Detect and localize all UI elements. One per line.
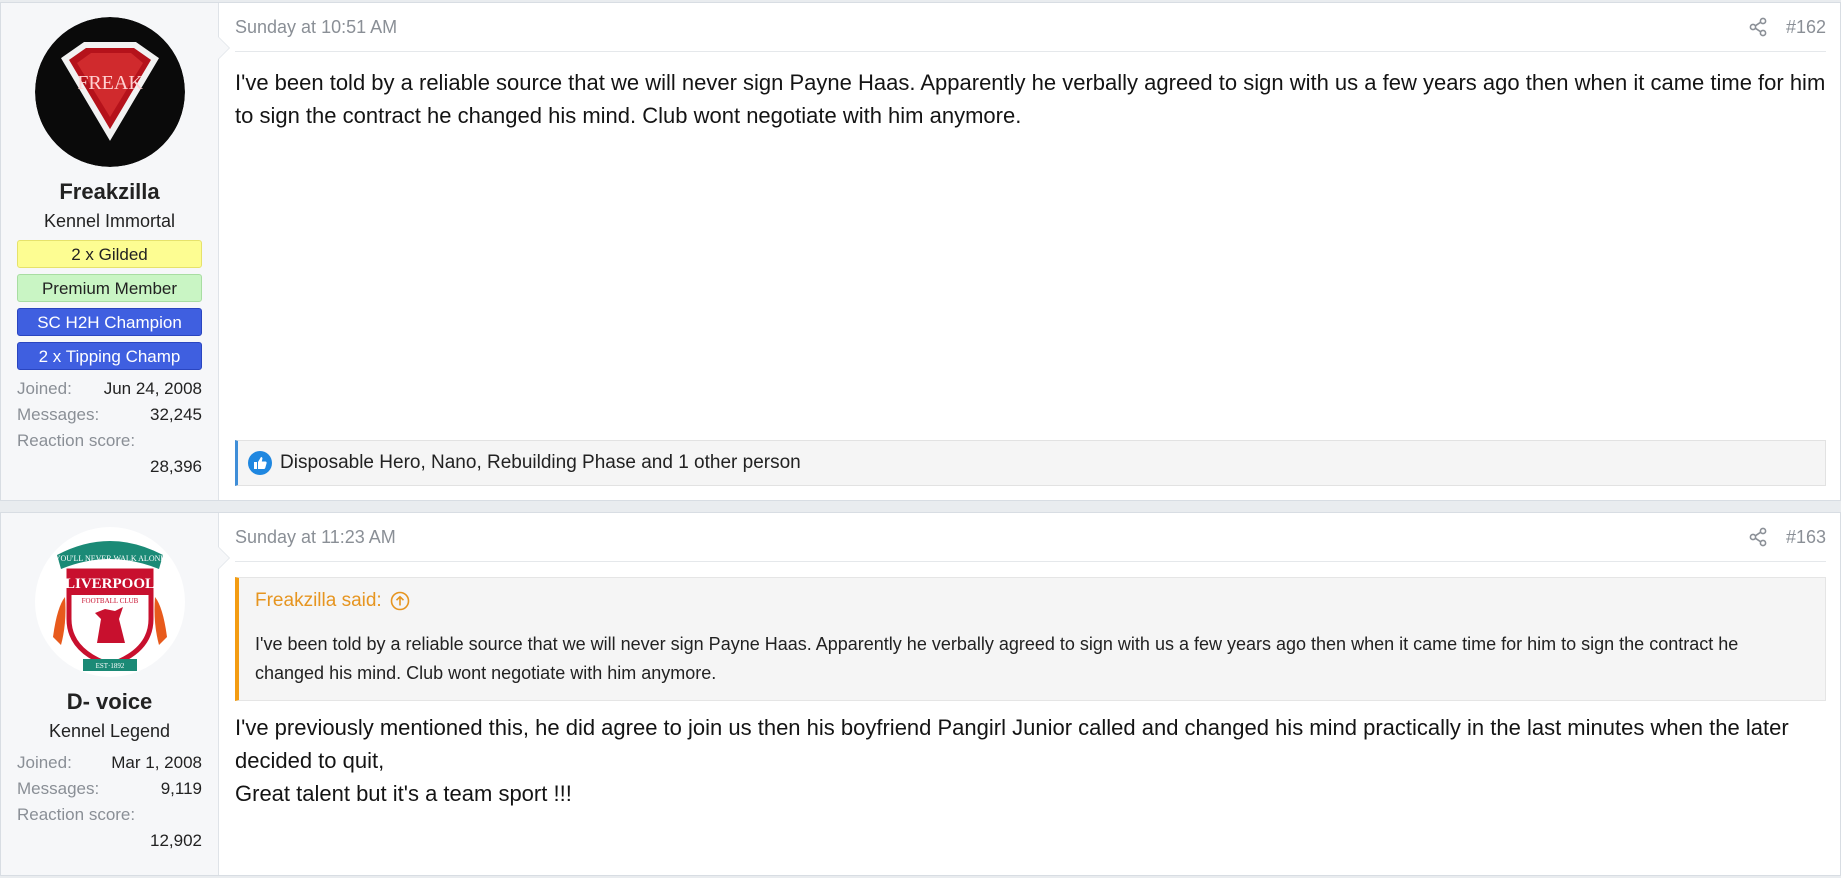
joined-value: Jun 24, 2008 (103, 379, 202, 398)
avatar-club-text: LIVERPOOL (64, 576, 154, 592)
post-date[interactable]: Sunday at 11:23 AM (235, 527, 396, 548)
post-header: Sunday at 11:23 AM #163 (235, 513, 1826, 562)
user-title: Kennel Legend (48, 721, 171, 741)
user-avatar[interactable]: YOU'LL NEVER WALK ALONE LIVERPOOL FOOTBA… (34, 527, 185, 677)
joined-label: Joined: (17, 753, 72, 772)
avatar-est-text: EST·1892 (95, 662, 124, 670)
banner-gilded: 2 x Gilded (17, 240, 202, 268)
reaction-score-label: Reaction score: (17, 805, 136, 824)
reaction-score-value: 12,902 (150, 831, 202, 850)
post-header: Sunday at 10:51 AM #162 (235, 3, 1826, 52)
messages-value[interactable]: 9,119 (161, 776, 202, 802)
post-number[interactable]: #162 (1786, 17, 1826, 38)
post-body: I've been told by a reliable source that… (235, 70, 1826, 128)
messages-value[interactable]: 32,245 (150, 402, 202, 428)
messages-label: Messages: (17, 405, 100, 424)
post-body-line-1: I've previously mentioned this, he did a… (235, 715, 1789, 773)
user-avatar[interactable]: FREAK (34, 17, 185, 167)
post-main: Sunday at 10:51 AM #162 I've been told b… (219, 3, 1840, 500)
share-icon[interactable] (1748, 17, 1768, 37)
like-icon (248, 451, 272, 475)
post-date[interactable]: Sunday at 10:51 AM (235, 17, 397, 38)
banner-sc-h2h-champion: SC H2H Champion (17, 308, 202, 336)
joined-value: Mar 1, 2008 (111, 753, 202, 772)
user-sidebar: FREAK Freakzilla Kennel Immortal 2 x Gil… (1, 3, 219, 500)
post-number[interactable]: #163 (1786, 527, 1826, 548)
post-162: FREAK Freakzilla Kennel Immortal 2 x Gil… (0, 2, 1841, 501)
post-body: I've previously mentioned this, he did a… (235, 711, 1826, 810)
quote-block: Freakzilla said: I've been told by a rel… (235, 577, 1826, 701)
reactions-bar[interactable]: Disposable Hero, Nano, Rebuilding Phase … (235, 440, 1826, 486)
quote-header[interactable]: Freakzilla said: (255, 590, 1809, 612)
user-sidebar: YOU'LL NEVER WALK ALONE LIVERPOOL FOOTBA… (1, 513, 219, 875)
post-body-line-2: Great talent but it's a team sport !!! (235, 781, 572, 806)
avatar-fc-text: FOOTBALL CLUB (81, 597, 138, 605)
post-163: YOU'LL NEVER WALK ALONE LIVERPOOL FOOTBA… (0, 512, 1841, 876)
messages-label: Messages: (17, 779, 100, 798)
banner-premium-member: Premium Member (17, 274, 202, 302)
reactions-text[interactable]: Disposable Hero, Nano, Rebuilding Phase … (280, 452, 801, 474)
avatar-text: FREAK (77, 72, 143, 94)
avatar-banner-text: YOU'LL NEVER WALK ALONE (54, 554, 165, 563)
quote-jump-icon[interactable] (390, 591, 410, 611)
user-banners: 2 x Gilded Premium Member SC H2H Champio… (17, 240, 202, 370)
reaction-score-value: 28,396 (150, 457, 202, 476)
username[interactable]: Freakzilla (17, 179, 202, 205)
post-main: Sunday at 11:23 AM #163 Freakzilla said: (219, 513, 1840, 875)
joined-label: Joined: (17, 379, 72, 398)
share-icon[interactable] (1748, 527, 1768, 547)
quote-body: I've been told by a reliable source that… (255, 634, 1739, 683)
banner-tipping-champ: 2 x Tipping Champ (17, 342, 202, 370)
quote-author[interactable]: Freakzilla said: (255, 590, 382, 612)
reaction-score-label: Reaction score: (17, 431, 136, 450)
username[interactable]: D- voice (17, 689, 202, 715)
user-title: Kennel Immortal (43, 211, 176, 231)
user-stats: Joined: Jun 24, 2008 Messages: 32,245 Reac… (17, 376, 202, 480)
user-stats: Joined: Mar 1, 2008 Messages: 9,119 Reacti… (17, 750, 202, 854)
